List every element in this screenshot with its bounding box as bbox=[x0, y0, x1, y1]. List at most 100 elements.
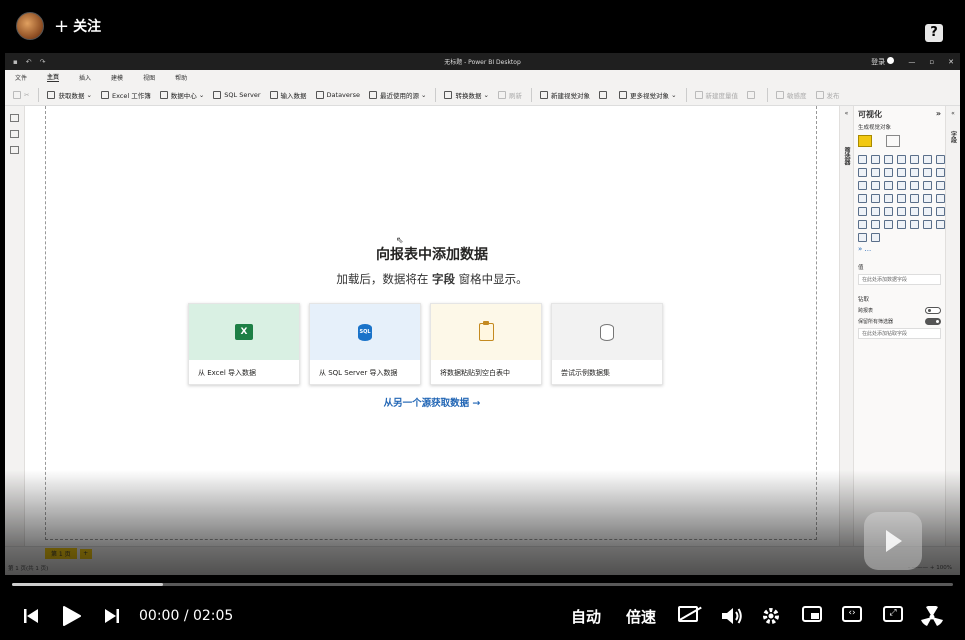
subtitle-icon[interactable] bbox=[678, 606, 702, 622]
visual-type-icon[interactable] bbox=[923, 155, 932, 164]
collapse-icon[interactable]: » bbox=[936, 109, 941, 120]
visual-type-icon[interactable] bbox=[910, 155, 919, 164]
model-view-icon[interactable] bbox=[10, 146, 19, 154]
cross-report-toggle[interactable] bbox=[925, 307, 941, 314]
sql-import-card[interactable]: SQL 从 SQL Server 导入数据 bbox=[309, 303, 421, 385]
visual-type-icon[interactable] bbox=[884, 181, 893, 190]
report-view-icon[interactable] bbox=[10, 114, 19, 122]
expand-icon[interactable]: « bbox=[840, 110, 853, 117]
play-icon[interactable] bbox=[63, 606, 81, 626]
visual-type-icon[interactable] bbox=[897, 194, 906, 203]
volume-icon[interactable] bbox=[721, 606, 743, 626]
excel-import-card[interactable]: X 从 Excel 导入数据 bbox=[188, 303, 300, 385]
get-data-other-source-link[interactable]: 从另一个源获取数据 → bbox=[46, 395, 818, 409]
sample-data-card[interactable]: 尝试示例数据集 bbox=[551, 303, 663, 385]
visual-type-icon[interactable] bbox=[923, 168, 932, 177]
visual-type-icon[interactable] bbox=[858, 233, 867, 242]
new-measure-button[interactable]: 新建度量值 bbox=[694, 90, 738, 100]
visual-type-icon[interactable] bbox=[871, 233, 880, 242]
visual-type-icon[interactable] bbox=[936, 194, 945, 203]
settings-gear-icon[interactable] bbox=[761, 606, 781, 626]
visual-type-icon[interactable] bbox=[871, 168, 880, 177]
report-page[interactable]: ⇖ 向报表中添加数据 加载后，数据将在 字段 窗格中显示。 X 从 Excel … bbox=[45, 106, 817, 540]
visual-type-icon[interactable] bbox=[923, 194, 932, 203]
visual-type-icon[interactable] bbox=[910, 220, 919, 229]
keep-filters-toggle[interactable] bbox=[925, 318, 941, 325]
menu-insert[interactable]: 插入 bbox=[79, 73, 91, 82]
add-page-button[interactable]: + bbox=[79, 548, 92, 559]
expand-fields-icon[interactable]: « bbox=[946, 110, 960, 117]
visual-type-icon[interactable] bbox=[897, 207, 906, 216]
signin-button[interactable]: 登录 bbox=[871, 56, 895, 67]
visual-type-icon[interactable] bbox=[871, 207, 880, 216]
menu-help[interactable]: 帮助 bbox=[175, 73, 187, 82]
page-tab[interactable]: 第 1 页 bbox=[45, 548, 77, 559]
sql-server-button[interactable]: SQL Server bbox=[213, 90, 261, 99]
values-drop-field[interactable]: 在此处添加数据字段 bbox=[858, 274, 941, 285]
visual-type-icon[interactable] bbox=[884, 168, 893, 177]
recent-sources-button[interactable]: 最近使用的源 ⌄ bbox=[368, 90, 426, 100]
get-data-button[interactable]: 获取数据 ⌄ bbox=[47, 90, 92, 100]
follow-button[interactable]: + 关注 bbox=[54, 16, 101, 37]
transform-data-button[interactable]: 转换数据 ⌄ bbox=[444, 90, 489, 100]
visual-type-icon[interactable] bbox=[858, 168, 867, 177]
visual-type-icon[interactable] bbox=[936, 207, 945, 216]
enter-data-button[interactable]: 输入数据 bbox=[269, 90, 307, 100]
visual-type-icon[interactable] bbox=[871, 220, 880, 229]
menu-modeling[interactable]: 建模 bbox=[111, 73, 123, 82]
quick-measure-button[interactable] bbox=[747, 90, 758, 99]
visual-type-icon[interactable] bbox=[884, 220, 893, 229]
table-view-icon[interactable] bbox=[10, 130, 19, 138]
menu-file[interactable]: 文件 bbox=[15, 73, 27, 82]
visual-type-icon[interactable] bbox=[897, 181, 906, 190]
menu-home[interactable]: 主页 bbox=[47, 72, 60, 82]
visual-type-icon[interactable] bbox=[871, 155, 880, 164]
visual-type-icon[interactable] bbox=[884, 207, 893, 216]
fields-pane-collapsed[interactable]: « 字段 bbox=[945, 106, 960, 546]
visual-type-icon[interactable] bbox=[884, 155, 893, 164]
clipboard-group[interactable]: ✂ bbox=[13, 90, 29, 99]
visual-type-icon[interactable] bbox=[910, 168, 919, 177]
speed-button[interactable]: 倍速 bbox=[626, 606, 656, 627]
drill-drop-field[interactable]: 在此处添加钻取字段 bbox=[858, 328, 941, 339]
previous-icon[interactable] bbox=[24, 608, 38, 624]
sensitivity-button[interactable]: 敏感度 bbox=[776, 90, 807, 100]
minimize-icon[interactable]: — bbox=[908, 58, 915, 66]
new-visual-button[interactable]: 新建视觉对象 bbox=[540, 90, 590, 100]
next-icon[interactable] bbox=[105, 608, 119, 624]
picture-in-picture-icon[interactable] bbox=[802, 606, 822, 622]
excel-workbook-button[interactable]: Excel 工作簿 bbox=[100, 90, 151, 100]
visual-type-icon[interactable] bbox=[897, 155, 906, 164]
widescreen-icon[interactable]: ‹› bbox=[842, 606, 862, 622]
maximize-icon[interactable]: ▫ bbox=[929, 58, 934, 66]
dataverse-button[interactable]: Dataverse bbox=[315, 90, 360, 99]
format-visual-tab-icon[interactable] bbox=[886, 135, 900, 147]
visual-type-icon[interactable] bbox=[936, 220, 945, 229]
visual-type-icon[interactable] bbox=[897, 168, 906, 177]
fullscreen-icon[interactable]: ⤢ bbox=[883, 606, 903, 622]
more-visuals-icon[interactable]: » ... bbox=[858, 245, 941, 253]
visual-type-icon[interactable] bbox=[897, 220, 906, 229]
text-box-button[interactable] bbox=[599, 90, 610, 99]
menu-view[interactable]: 视图 bbox=[143, 73, 155, 82]
more-visuals-button[interactable]: 更多视觉对象 ⌄ bbox=[619, 90, 677, 100]
data-hub-button[interactable]: 数据中心 ⌄ bbox=[159, 90, 204, 100]
visual-type-icon[interactable] bbox=[858, 181, 867, 190]
visual-type-icon[interactable] bbox=[910, 194, 919, 203]
visual-type-icon[interactable] bbox=[936, 155, 945, 164]
build-visual-tab-icon[interactable] bbox=[858, 135, 872, 147]
visual-type-icon[interactable] bbox=[858, 194, 867, 203]
radiation-icon[interactable] bbox=[921, 606, 943, 626]
visual-type-icon[interactable] bbox=[884, 194, 893, 203]
progress-bar[interactable] bbox=[12, 583, 953, 586]
visual-type-icon[interactable] bbox=[910, 207, 919, 216]
visual-type-icon[interactable] bbox=[871, 194, 880, 203]
help-icon[interactable]: ? bbox=[925, 24, 943, 42]
visual-type-icon[interactable] bbox=[936, 181, 945, 190]
visual-type-icon[interactable] bbox=[871, 181, 880, 190]
visual-type-icon[interactable] bbox=[936, 168, 945, 177]
visual-type-icon[interactable] bbox=[910, 181, 919, 190]
refresh-button[interactable]: 刷新 bbox=[498, 90, 522, 100]
visual-type-icon[interactable] bbox=[923, 220, 932, 229]
filters-pane-collapsed[interactable]: « 筛选器 bbox=[839, 106, 853, 546]
